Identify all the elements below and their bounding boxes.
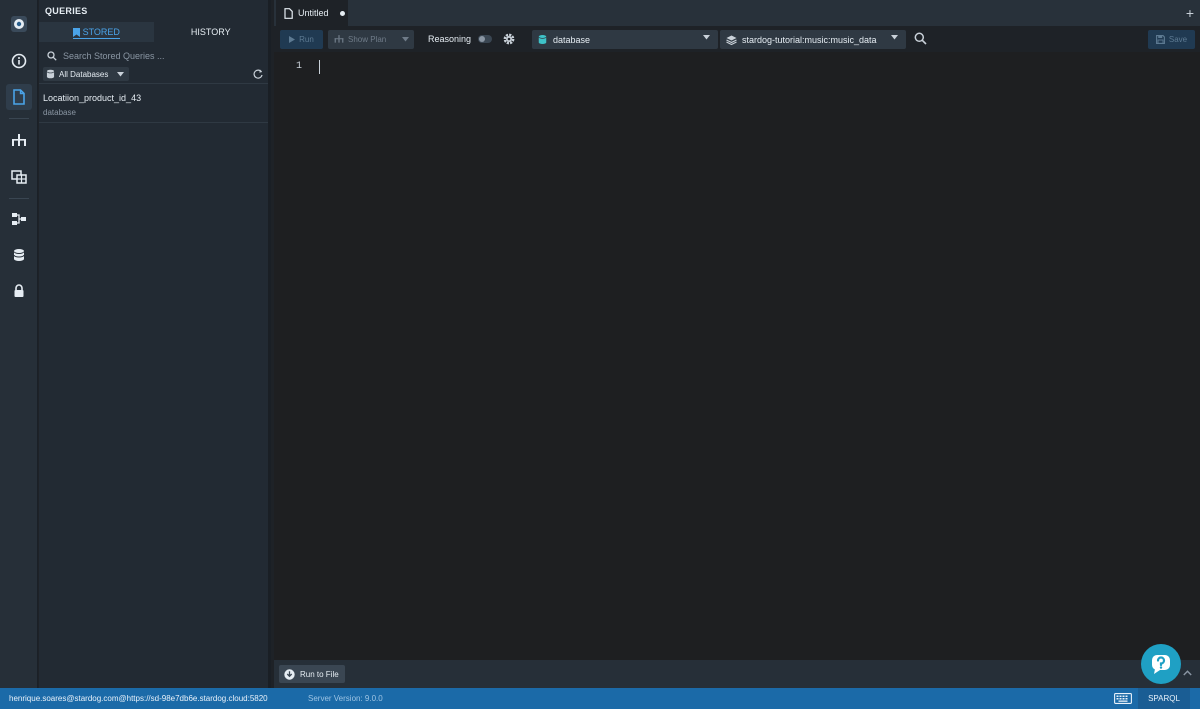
editor-tab[interactable]: Untitled [276, 0, 348, 26]
icon-rail [0, 0, 38, 688]
server-version: Server Version: 9.0.0 [308, 694, 383, 703]
refresh-icon[interactable] [252, 68, 264, 80]
stored-query-item[interactable]: Locatiion_product_id_43 database [39, 87, 268, 123]
query-editor[interactable]: 1 [274, 52, 1200, 660]
run-to-file-button[interactable]: Run to File [279, 665, 345, 683]
editor-toolbar: Run Show Plan Reasoning database stardog… [274, 26, 1200, 52]
rail-divider [9, 118, 29, 119]
unsaved-dot-icon [339, 10, 345, 16]
tab-history-label: HISTORY [190, 27, 231, 37]
database-icon [538, 35, 547, 44]
rail-divider [9, 198, 29, 199]
show-plan-label: Show Plan [348, 35, 387, 44]
line-number: 1 [296, 61, 303, 72]
show-plan-button[interactable]: Show Plan [328, 30, 414, 49]
queries-panel: QUERIES STORED HISTORY All Databases [39, 0, 271, 688]
search-icon [47, 51, 57, 61]
floppy-disk-icon [1155, 35, 1165, 44]
tab-history[interactable]: HISTORY [153, 22, 268, 42]
database-select-value: database [553, 34, 591, 45]
editor-bottom-bar: Run to File [274, 644, 1200, 688]
database-filter-dropdown[interactable]: All Databases [43, 67, 129, 81]
help-chat-button[interactable] [1141, 644, 1181, 684]
divider [39, 83, 268, 84]
search-icon[interactable] [914, 32, 927, 45]
tables-icon[interactable] [6, 164, 32, 190]
help-chat-icon [1152, 655, 1170, 674]
panel-title: QUERIES [45, 6, 88, 16]
status-bar: henrique.soares@stardog.com@https://sd-9… [0, 688, 1200, 709]
connection-info: henrique.soares@stardog.com@https://sd-9… [9, 694, 268, 703]
gear-icon[interactable] [502, 32, 516, 46]
stardog-logo-icon[interactable] [6, 11, 32, 37]
editor-area: Untitled + Run Show Plan Reasoning datab… [274, 0, 1200, 688]
models-icon[interactable] [6, 206, 32, 232]
keyboard-icon[interactable] [1114, 693, 1132, 704]
text-cursor [319, 60, 320, 74]
hierarchy-icon[interactable] [6, 128, 32, 154]
language-mode[interactable]: SPARQL [1138, 688, 1190, 709]
chevron-up-icon[interactable] [1183, 670, 1192, 676]
search-input[interactable] [63, 51, 263, 61]
named-graph-value: stardog-tutorial:music:music_data [742, 34, 877, 45]
chevron-down-icon [117, 71, 125, 76]
new-tab-plus-icon[interactable]: + [1186, 5, 1194, 21]
tab-stored[interactable]: STORED [39, 22, 154, 42]
save-button[interactable]: Save [1148, 30, 1195, 49]
editor-tab-strip: Untitled + [274, 0, 1200, 26]
chevron-down-icon [703, 35, 710, 40]
editor-tab-title: Untitled [298, 8, 329, 18]
hierarchy-icon [334, 35, 344, 43]
bookmark-icon [72, 27, 80, 37]
run-button[interactable]: Run [280, 30, 323, 49]
tab-stored-label: STORED [82, 27, 120, 37]
database-select[interactable]: database [532, 30, 718, 49]
queries-tabs: STORED HISTORY [39, 22, 268, 42]
active-tab-indicator [72, 38, 120, 39]
info-icon[interactable] [6, 48, 32, 74]
save-label: Save [1168, 35, 1188, 44]
database-icon[interactable] [6, 242, 32, 268]
database-icon [46, 69, 55, 79]
database-filter-label: All Databases [59, 69, 109, 79]
query-database: database [43, 108, 76, 117]
layers-icon [726, 35, 737, 45]
download-circle-icon [284, 668, 295, 680]
reasoning-toggle[interactable] [478, 35, 492, 43]
run-to-file-label: Run to File [300, 669, 339, 679]
query-name: Locatiion_product_id_43 [43, 93, 142, 103]
stardog-studio-app: QUERIES STORED HISTORY All Databases [0, 0, 1200, 709]
chevron-down-icon[interactable] [402, 37, 410, 42]
lock-icon[interactable] [6, 278, 32, 304]
queries-document-icon[interactable] [6, 84, 32, 110]
document-icon [284, 7, 293, 19]
play-icon [289, 36, 296, 43]
stored-queries-search [39, 46, 268, 66]
run-label: Run [299, 35, 314, 44]
chevron-down-icon [891, 35, 898, 40]
reasoning-label: Reasoning [428, 34, 472, 44]
named-graph-select[interactable]: stardog-tutorial:music:music_data [720, 30, 906, 49]
